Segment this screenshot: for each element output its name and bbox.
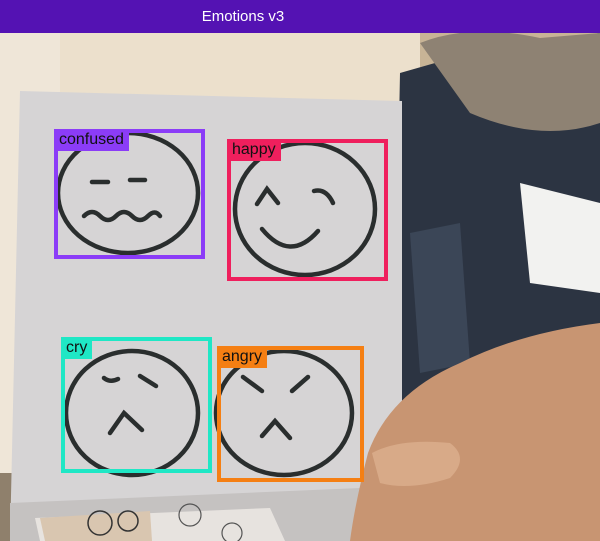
detection-box-cry[interactable]: cry [61, 337, 212, 473]
detection-label-happy: happy [227, 139, 281, 161]
detection-label-confused: confused [54, 129, 129, 151]
detection-label-angry: angry [217, 346, 268, 368]
app-title: Emotions v3 [201, 8, 285, 25]
detection-box-confused[interactable]: confused [54, 129, 205, 259]
detection-box-angry[interactable]: angry [217, 346, 364, 482]
detection-label-cry: cry [61, 337, 93, 359]
detection-box-happy[interactable]: happy [227, 139, 388, 281]
app-bar: Emotions v3 [0, 0, 600, 33]
